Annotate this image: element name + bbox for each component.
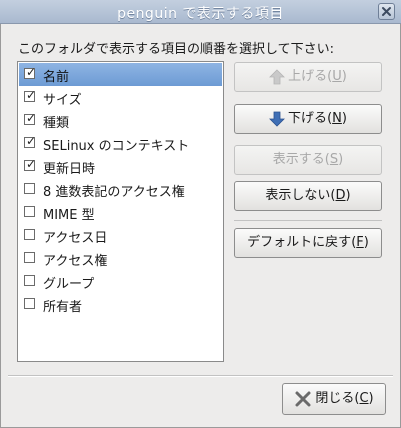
window-title: penguin で表示する項目 bbox=[117, 6, 284, 22]
check-mark-icon: ✓ bbox=[26, 88, 37, 102]
list-item[interactable]: ✓ サイズ bbox=[19, 86, 222, 109]
checkbox[interactable]: ✓ bbox=[24, 65, 37, 79]
check-mark-icon: ✓ bbox=[26, 111, 37, 125]
list-item[interactable]: 8 進数表記のアクセス権 bbox=[19, 178, 222, 201]
reset-default-button[interactable]: デフォルトに戻す(F) bbox=[234, 228, 382, 258]
close-icon bbox=[295, 391, 311, 406]
list-item[interactable]: ✓ SELinux のコンテキスト bbox=[19, 132, 222, 155]
checkbox[interactable] bbox=[24, 252, 35, 263]
check-mark-icon: ✓ bbox=[26, 65, 37, 79]
reset-mnemonic: F bbox=[356, 235, 364, 250]
column-list[interactable]: ✓ 名前 ✓ サイズ ✓ 種類 ✓ SELinux のコンテキスト ✓ 更新日時… bbox=[17, 61, 224, 362]
hide-button[interactable]: 表示しない(D) bbox=[234, 181, 382, 211]
close-icon bbox=[382, 7, 391, 16]
arrow-up-icon bbox=[269, 68, 286, 84]
arrow-down-icon bbox=[269, 111, 286, 127]
close-mnemonic: C bbox=[359, 391, 369, 406]
hide-mnemonic: D bbox=[335, 188, 346, 203]
close-label: 閉じる bbox=[315, 391, 355, 406]
list-item-label: 更新日時 bbox=[43, 162, 96, 177]
list-item[interactable]: アクセス権 bbox=[19, 247, 222, 270]
list-item-label: アクセス権 bbox=[43, 254, 108, 269]
list-item[interactable]: ✓ 名前 bbox=[19, 63, 222, 86]
move-up-mnemonic: U bbox=[332, 69, 342, 84]
show-label: 表示する bbox=[272, 152, 325, 167]
checkbox[interactable] bbox=[24, 298, 35, 309]
bottom-separator bbox=[8, 375, 393, 377]
close-button[interactable]: 閉じる(C) bbox=[282, 383, 386, 415]
list-item[interactable]: ✓ 更新日時 bbox=[19, 155, 222, 178]
checkbox[interactable]: ✓ bbox=[24, 88, 37, 102]
title-bar: penguin で表示する項目 bbox=[0, 0, 401, 24]
move-down-mnemonic: N bbox=[332, 111, 342, 126]
checkbox[interactable] bbox=[24, 229, 35, 240]
list-item-label: 名前 bbox=[43, 70, 70, 85]
list-item-label: SELinux のコンテキスト bbox=[43, 139, 190, 154]
list-item-label: サイズ bbox=[43, 93, 82, 108]
reset-label: デフォルトに戻す bbox=[247, 235, 352, 250]
separator bbox=[234, 220, 382, 221]
check-mark-icon: ✓ bbox=[26, 157, 37, 171]
checkbox[interactable] bbox=[24, 183, 35, 194]
checkbox[interactable]: ✓ bbox=[24, 157, 37, 171]
checkbox[interactable] bbox=[24, 206, 35, 217]
checkbox[interactable]: ✓ bbox=[24, 134, 37, 148]
list-item[interactable]: 所有者 bbox=[19, 293, 222, 316]
list-item-label: 種類 bbox=[43, 116, 70, 131]
checkbox[interactable]: ✓ bbox=[24, 111, 37, 125]
instruction-label: このフォルダで表示する項目の順番を選択して下さい: bbox=[18, 42, 334, 57]
window-close-button[interactable] bbox=[378, 3, 395, 20]
move-down-label: 下げる bbox=[288, 111, 328, 126]
list-item-label: グループ bbox=[43, 277, 95, 292]
list-item[interactable]: MIME 型 bbox=[19, 201, 222, 224]
move-up-label: 上げる bbox=[288, 69, 328, 84]
list-item[interactable]: グループ bbox=[19, 270, 222, 293]
checkbox[interactable] bbox=[24, 275, 35, 286]
move-up-button[interactable]: 上げる(U) bbox=[234, 62, 382, 92]
move-down-button[interactable]: 下げる(N) bbox=[234, 104, 382, 134]
list-item-label: 8 進数表記のアクセス権 bbox=[43, 185, 185, 200]
show-mnemonic: S bbox=[329, 152, 339, 167]
show-button[interactable]: 表示する(S) bbox=[234, 145, 382, 175]
list-item[interactable]: ✓ 種類 bbox=[19, 109, 222, 132]
hide-label: 表示しない bbox=[265, 188, 331, 203]
list-item-label: アクセス日 bbox=[43, 231, 108, 246]
list-item-label: MIME 型 bbox=[43, 208, 95, 223]
list-item-label: 所有者 bbox=[43, 300, 83, 315]
check-mark-icon: ✓ bbox=[26, 134, 37, 148]
list-item[interactable]: アクセス日 bbox=[19, 224, 222, 247]
